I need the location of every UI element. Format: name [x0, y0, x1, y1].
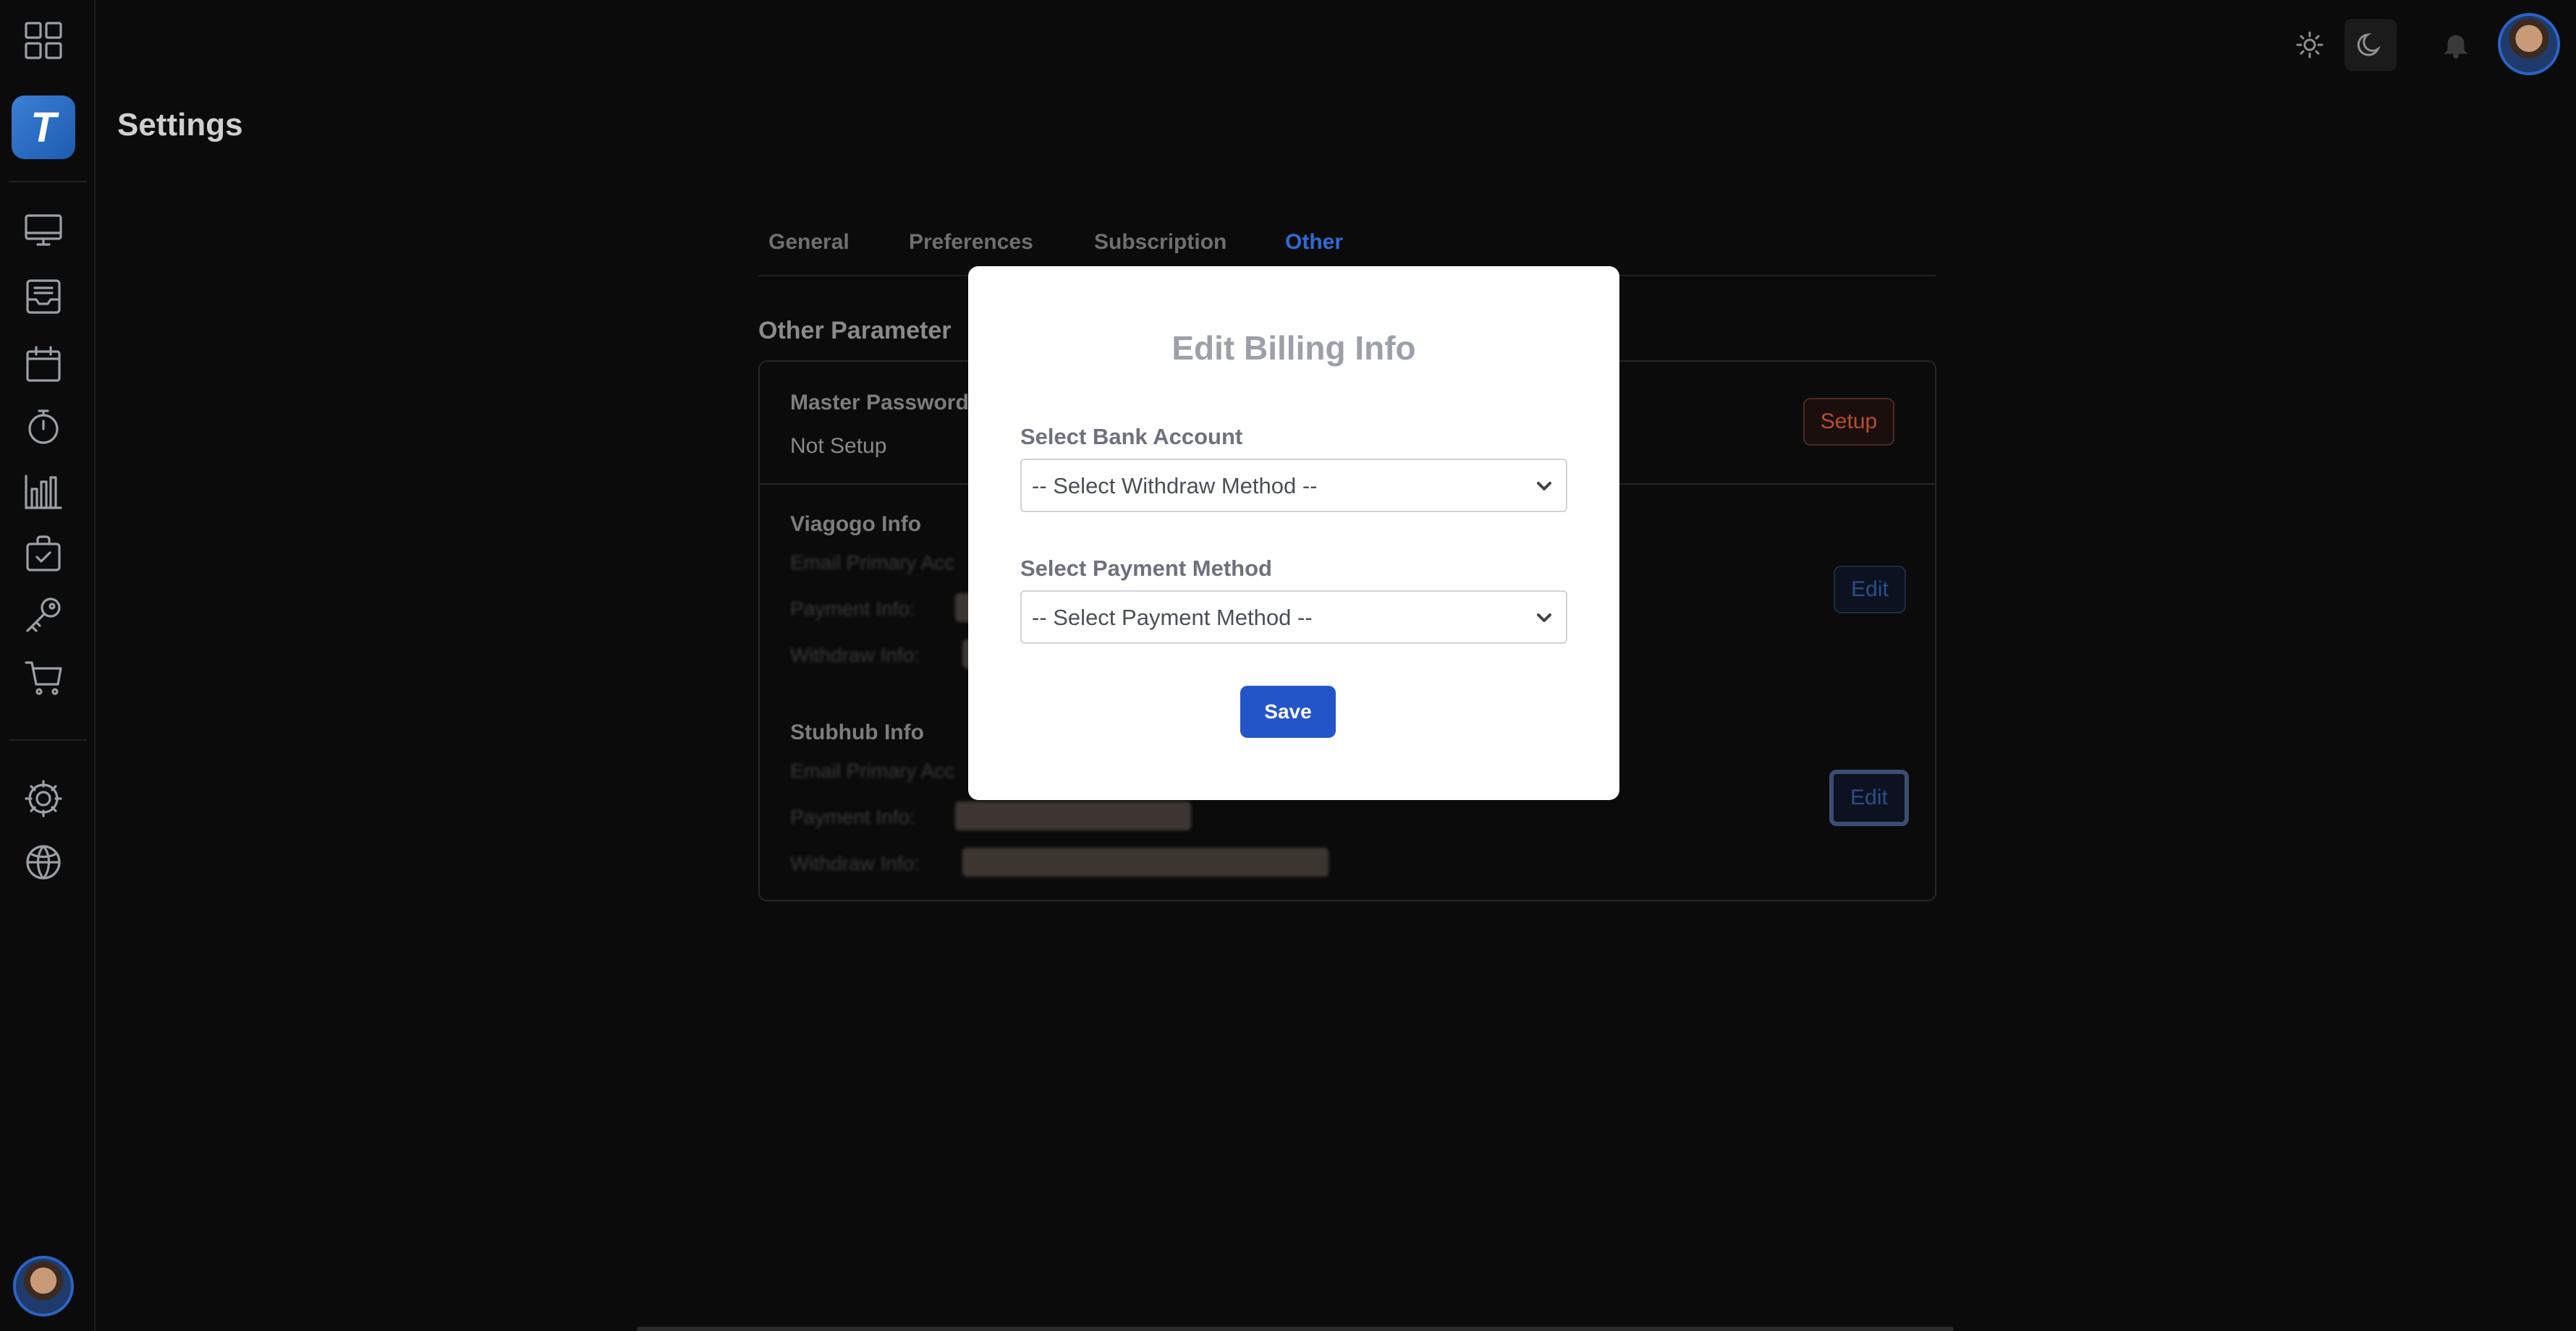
tab-subscription[interactable]: Subscription — [1094, 230, 1226, 255]
payment-method-select[interactable]: -- Select Payment Method -- — [1020, 590, 1567, 644]
tab-other[interactable]: Other — [1285, 230, 1343, 255]
stubhub-email-label: Email Primary Acc — [790, 760, 955, 782]
sidebar-user-avatar[interactable] — [13, 1256, 74, 1317]
chevron-down-icon — [1534, 476, 1554, 496]
page-title: Settings — [117, 107, 243, 143]
apps-grid-icon[interactable] — [22, 19, 65, 62]
setup-button[interactable]: Setup — [1803, 398, 1894, 446]
timer-icon[interactable] — [22, 405, 65, 448]
chevron-down-icon — [1534, 608, 1554, 628]
master-password-status: Not Setup — [790, 434, 887, 458]
sidebar-divider — [9, 739, 87, 741]
app-root: T Settings General Preferences Subscript… — [0, 0, 2576, 1331]
viagogo-edit-button[interactable]: Edit — [1834, 566, 1906, 613]
viagogo-info-label: Viagogo Info — [790, 512, 922, 536]
calendar-icon[interactable] — [22, 343, 65, 386]
sidebar-divider — [9, 181, 87, 182]
inbox-icon[interactable] — [22, 275, 65, 318]
stubhub-edit-button[interactable]: Edit — [1829, 770, 1909, 826]
sidebar: T — [0, 0, 96, 1331]
payment-method-select-value: -- Select Payment Method -- — [1032, 605, 1313, 630]
sun-icon[interactable] — [2284, 19, 2336, 71]
bank-account-select[interactable]: -- Select Withdraw Method -- — [1020, 459, 1567, 512]
app-logo[interactable]: T — [12, 95, 75, 159]
viagogo-payment-label: Payment Info: — [790, 598, 915, 620]
save-button[interactable]: Save — [1240, 686, 1336, 738]
stubhub-info-label: Stubhub Info — [790, 720, 924, 744]
bank-account-label: Select Bank Account — [1020, 424, 1243, 449]
bar-chart-icon[interactable] — [22, 469, 65, 512]
bank-account-select-value: -- Select Withdraw Method -- — [1032, 473, 1318, 498]
viagogo-email-label: Email Primary Acc — [790, 551, 955, 574]
stubhub-withdraw-value — [962, 848, 1329, 877]
stubhub-payment-label: Payment Info: — [790, 806, 915, 828]
globe-icon[interactable] — [22, 841, 65, 884]
payment-method-label: Select Payment Method — [1020, 556, 1272, 581]
horizontal-scrollbar[interactable] — [637, 1327, 1954, 1331]
moon-icon[interactable] — [2344, 19, 2397, 71]
stubhub-payment-value — [955, 801, 1191, 830]
tab-preferences[interactable]: Preferences — [909, 230, 1033, 255]
tab-general[interactable]: General — [768, 230, 850, 255]
settings-gear-icon[interactable] — [22, 777, 65, 820]
section-title: Other Parameter — [758, 317, 952, 344]
key-icon[interactable] — [22, 593, 65, 637]
master-password-label: Master Password — [790, 391, 969, 414]
cart-icon[interactable] — [22, 655, 65, 699]
stubhub-withdraw-label: Withdraw Info: — [790, 852, 920, 875]
checklist-bag-icon[interactable] — [22, 531, 65, 574]
modal-title: Edit Billing Info — [1172, 329, 1416, 367]
edit-billing-modal: Edit Billing Info Select Bank Account --… — [968, 266, 1619, 800]
monitor-icon[interactable] — [22, 208, 65, 252]
bell-icon[interactable] — [2430, 19, 2482, 71]
viagogo-withdraw-label: Withdraw Info: — [790, 644, 920, 666]
header-user-avatar[interactable] — [2498, 13, 2560, 75]
